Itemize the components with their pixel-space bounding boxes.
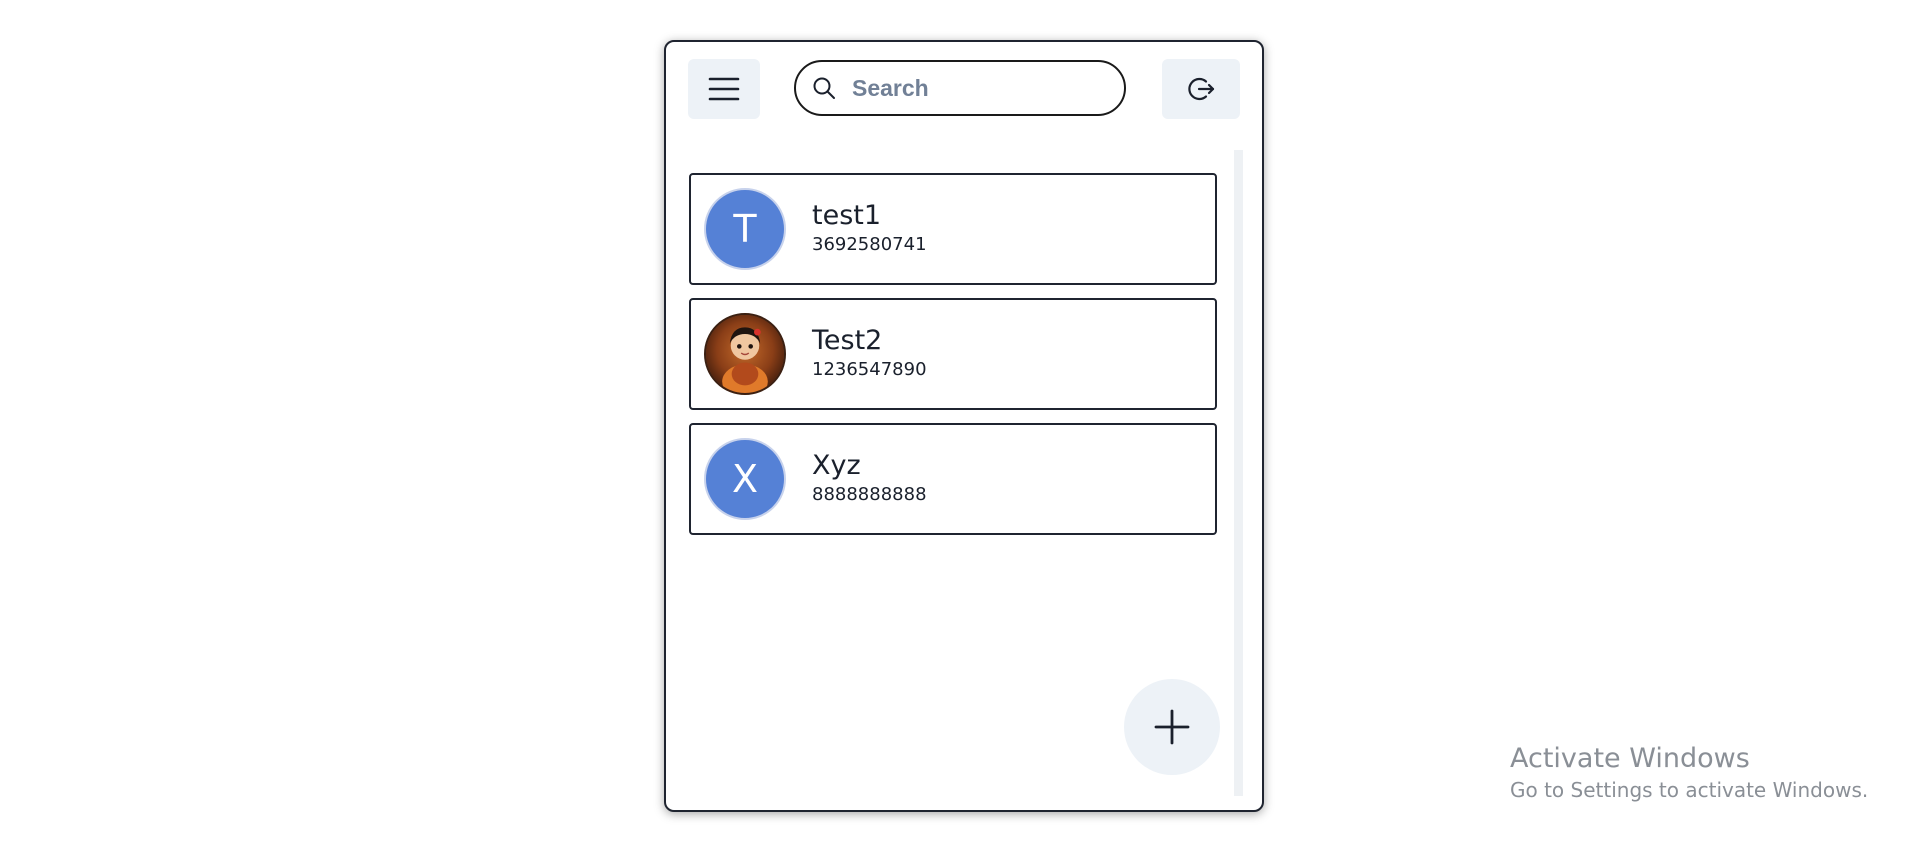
plus-icon [1154, 709, 1190, 745]
avatar: T [704, 188, 786, 270]
activate-windows-watermark: Activate Windows Go to Settings to activ… [1510, 742, 1868, 804]
contact-phone: 8888888888 [812, 484, 927, 505]
screen: T test1 3692580741 [0, 0, 1909, 844]
contact-phone: 3692580741 [812, 234, 927, 255]
avatar-initial: T [733, 207, 757, 251]
search-input[interactable] [850, 73, 1104, 103]
contact-phone: 1236547890 [812, 359, 927, 380]
avatar-initial: X [731, 457, 759, 501]
avatar-photo [704, 313, 786, 395]
avatar-image [706, 315, 784, 393]
scrollbar[interactable] [1234, 150, 1243, 796]
watermark-title: Activate Windows [1510, 743, 1750, 774]
contacts-app-window: T test1 3692580741 [664, 40, 1264, 812]
search-bar[interactable] [794, 60, 1126, 116]
contact-name: Test2 [812, 325, 883, 356]
search-icon [812, 75, 838, 101]
hamburger-menu-icon [708, 77, 740, 101]
add-contact-button[interactable] [1124, 679, 1220, 775]
contact-info: Xyz 8888888888 [812, 450, 927, 508]
menu-button[interactable] [688, 59, 760, 119]
contact-info: test1 3692580741 [812, 200, 927, 258]
avatar: X [704, 438, 786, 520]
contact-name: Xyz [812, 450, 861, 481]
logout-icon [1188, 77, 1215, 101]
contact-info: Test2 1236547890 [812, 325, 927, 383]
contact-card[interactable]: Test2 1236547890 [689, 298, 1217, 410]
contact-list: T test1 3692580741 Test2 1236547890 X Xy… [689, 173, 1217, 548]
contact-name: test1 [812, 200, 882, 231]
contact-card[interactable]: T test1 3692580741 [689, 173, 1217, 285]
contact-card[interactable]: X Xyz 8888888888 [689, 423, 1217, 535]
logout-button[interactable] [1162, 59, 1240, 119]
watermark-subtitle: Go to Settings to activate Windows. [1510, 778, 1869, 802]
